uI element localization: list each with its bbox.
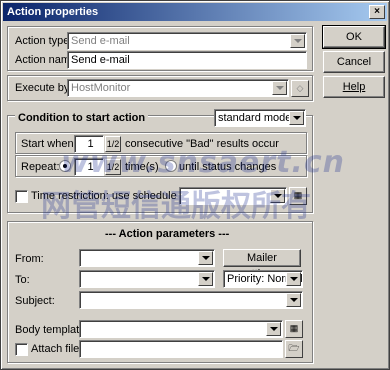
start-when-label: Start when <box>21 138 74 150</box>
repeat-times-label: time(s) <box>125 161 159 173</box>
body-template-label: Body template <box>15 324 86 336</box>
action-properties-dialog: Action properties × OK Cancel Help Actio… <box>0 0 390 370</box>
from-select[interactable] <box>79 249 215 267</box>
action-parameters-title: --- Action parameters --- <box>105 228 230 240</box>
chevron-down-icon <box>286 293 301 307</box>
chevron-down-icon <box>270 189 285 203</box>
until-status-changes-radio[interactable] <box>165 160 177 172</box>
condition-title: Condition to start action <box>15 111 149 125</box>
priority-select[interactable]: Priority: Normal <box>223 270 303 288</box>
attach-file-input[interactable] <box>79 340 283 358</box>
chevron-down-icon <box>198 251 213 265</box>
attach-file-checkbox[interactable] <box>15 343 28 356</box>
cancel-button[interactable]: Cancel <box>323 51 385 73</box>
action-type-label: Action type <box>15 35 70 47</box>
execute-by-label: Execute by <box>15 82 70 94</box>
chevron-down-icon <box>290 34 305 48</box>
time-restriction-checkbox[interactable] <box>15 190 28 203</box>
schedule-select[interactable] <box>179 187 287 205</box>
spin-up-down-icon[interactable]: 1/2 <box>105 136 121 152</box>
attach-file-label: Attach file <box>31 343 80 355</box>
spin-up-down-icon[interactable]: 1/2 <box>105 159 121 175</box>
subject-select[interactable] <box>79 291 303 309</box>
template-editor-icon[interactable]: ▦ <box>285 320 303 338</box>
repeat-count-input[interactable]: 1 <box>74 158 104 176</box>
title-bar: Action properties × <box>3 3 387 21</box>
time-restriction-label: Time restriction: use schedule <box>31 190 177 202</box>
mode-value: standard mode <box>218 112 292 124</box>
schedule-editor-icon[interactable]: ▦ <box>289 187 307 205</box>
window-title: Action properties <box>7 6 99 18</box>
repeat-label: Repeat: <box>21 161 60 173</box>
action-name-input[interactable]: Send e-mail <box>67 51 307 69</box>
agent-diamond-icon[interactable]: ◇ <box>291 80 309 97</box>
execute-by-value: HostMonitor <box>71 82 131 94</box>
mode-select[interactable]: standard mode <box>214 109 306 127</box>
action-type-value: Send e-mail <box>71 35 130 47</box>
until-status-changes-label: until status changes <box>179 161 277 173</box>
folder-open-icon[interactable]: 🗁 <box>285 340 303 358</box>
help-button[interactable]: Help <box>323 76 385 98</box>
chevron-down-icon <box>272 81 287 95</box>
repeat-count-radio[interactable] <box>59 160 71 172</box>
to-label: To: <box>15 274 30 286</box>
mailer-settings-button[interactable]: Mailer settings.. <box>223 249 301 280</box>
execute-by-select[interactable]: HostMonitor <box>67 79 289 97</box>
chevron-down-icon <box>289 111 304 125</box>
to-select[interactable] <box>79 270 215 288</box>
action-type-select[interactable]: Send e-mail <box>67 32 307 50</box>
subject-label: Subject: <box>15 295 55 307</box>
chevron-down-icon <box>266 322 281 336</box>
close-icon[interactable]: × <box>369 5 385 19</box>
start-when-count-input[interactable]: 1 <box>74 135 104 153</box>
start-when-suffix: consecutive "Bad" results occur <box>125 138 279 150</box>
body-template-select[interactable] <box>79 320 283 338</box>
chevron-down-icon <box>198 272 213 286</box>
chevron-down-icon <box>286 272 301 286</box>
ok-button[interactable]: OK <box>322 25 386 49</box>
from-label: From: <box>15 253 44 265</box>
